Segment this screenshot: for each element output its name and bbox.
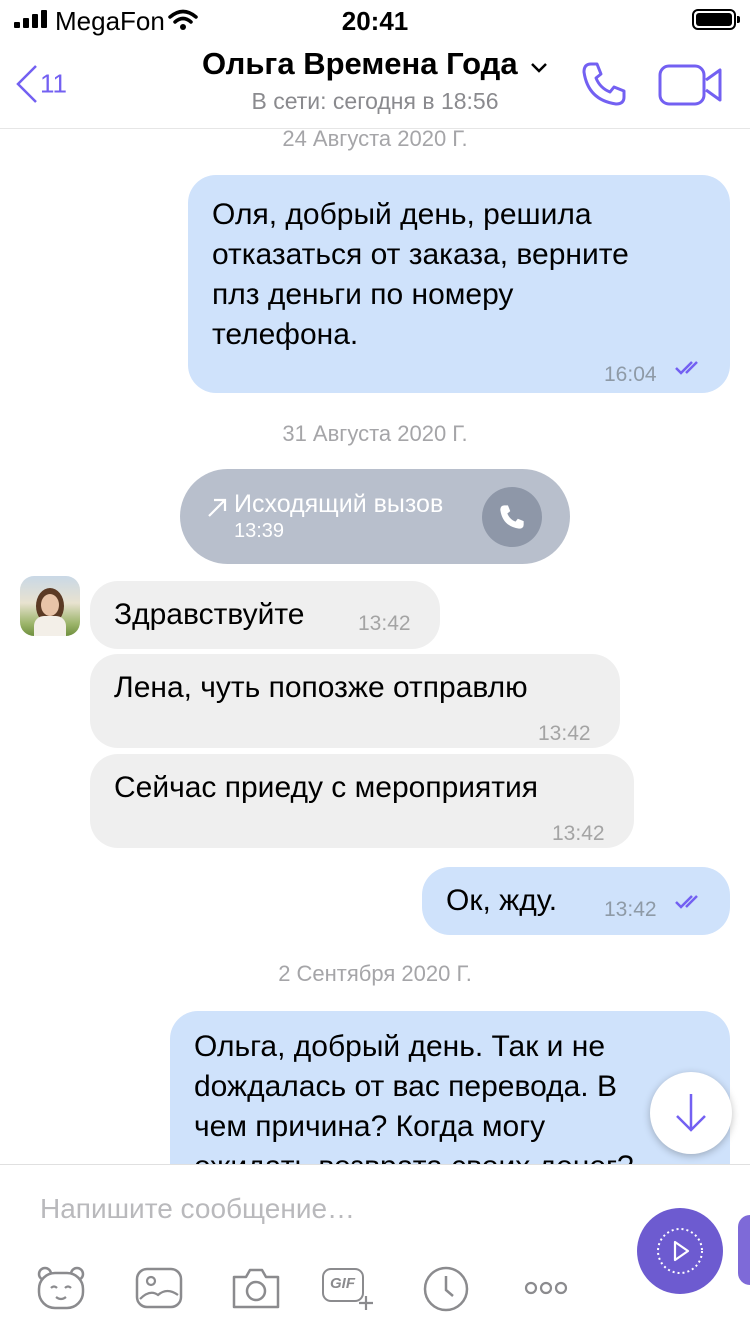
- send-button[interactable]: [637, 1208, 723, 1294]
- clock-icon[interactable]: [422, 1265, 470, 1313]
- call-log-bubble[interactable]: Исходящий вызов 13:39: [180, 469, 570, 564]
- message-input[interactable]: Напишите сообщение…: [40, 1193, 355, 1225]
- sticker-bear-icon[interactable]: [36, 1265, 86, 1311]
- gif-label: GIF: [330, 1275, 355, 1292]
- play-circle-icon: [657, 1228, 703, 1274]
- outgoing-arrow-icon: [208, 498, 227, 517]
- message-time: 13:42: [552, 822, 605, 845]
- message-text: Ольга, добрый день. Так и не dождалась о…: [194, 1030, 634, 1164]
- date-separator: 24 Августа 2020 Г.: [282, 129, 468, 151]
- scroll-to-bottom-button[interactable]: [650, 1072, 732, 1154]
- message-list[interactable]: 24 Августа 2020 Г. Оля, добрый день, реш…: [0, 129, 750, 1164]
- message-text: Лена, чуть попозже отправлю: [114, 671, 528, 704]
- date-separator: 31 Августа 2020 Г.: [282, 421, 468, 446]
- contact-avatar[interactable]: [20, 576, 80, 636]
- call-time: 13:39: [234, 520, 285, 542]
- chat-title-area[interactable]: Ольга Времена Года: [0, 46, 750, 82]
- side-action-button[interactable]: [738, 1215, 750, 1285]
- read-ticks-icon: [675, 361, 698, 375]
- gif-icon[interactable]: GIF: [322, 1265, 374, 1311]
- video-call-icon[interactable]: [658, 64, 724, 106]
- chevron-down-icon: [531, 63, 547, 73]
- message-time: 13:42: [358, 612, 411, 635]
- status-time: 20:41: [341, 6, 409, 36]
- call-label: Исходящий вызов: [234, 490, 444, 518]
- arrow-down-icon: [676, 1094, 706, 1132]
- chat-online-status: В сети: сегодня в 18:56: [251, 88, 499, 114]
- phone-icon: [500, 505, 524, 529]
- message-bubble-incoming[interactable]: Сейчас приеду с мероприятия 13:42: [90, 754, 634, 848]
- date-separator: 2 Сентября 2020 Г.: [278, 961, 472, 986]
- read-ticks-icon: [675, 895, 698, 909]
- status-bar: MegaFon 20:41: [0, 0, 750, 40]
- message-time: 13:42: [538, 722, 591, 745]
- message-bubble-incoming[interactable]: Лена, чуть попозже отправлю 13:42: [90, 654, 620, 748]
- more-options-icon[interactable]: [524, 1281, 568, 1295]
- gallery-icon[interactable]: [134, 1265, 184, 1311]
- battery-icon: [692, 9, 740, 30]
- message-time: 13:42: [604, 898, 657, 921]
- message-bubble-outgoing[interactable]: Ольга, добрый день. Так и не dождалась о…: [170, 1011, 730, 1164]
- call-back-button[interactable]: [482, 487, 542, 547]
- message-text: Сейчас приеду с мероприятия: [114, 771, 538, 804]
- message-text: Здравствуйте: [114, 598, 305, 631]
- message-time: 16:04: [604, 363, 657, 386]
- composer-bar: Напишите сообщение… GIF: [0, 1164, 750, 1335]
- chat-header: 11 Ольга Времена Года В сети: сегодня в …: [0, 40, 750, 128]
- plus-icon: [359, 1296, 373, 1310]
- message-bubble-outgoing[interactable]: Ок, жду. 13:42: [422, 867, 730, 935]
- chat-title: Ольга Времена Года: [201, 46, 518, 81]
- message-bubble-incoming[interactable]: Здравствуйте 13:42: [90, 581, 440, 649]
- message-text: Ок, жду.: [446, 884, 558, 917]
- phone-call-icon[interactable]: [580, 60, 628, 108]
- camera-icon[interactable]: [230, 1265, 282, 1311]
- message-bubble-outgoing[interactable]: Оля, добрый день, решила отказаться от з…: [188, 175, 730, 393]
- message-text: Оля, добрый день, решила отказаться от з…: [212, 198, 629, 351]
